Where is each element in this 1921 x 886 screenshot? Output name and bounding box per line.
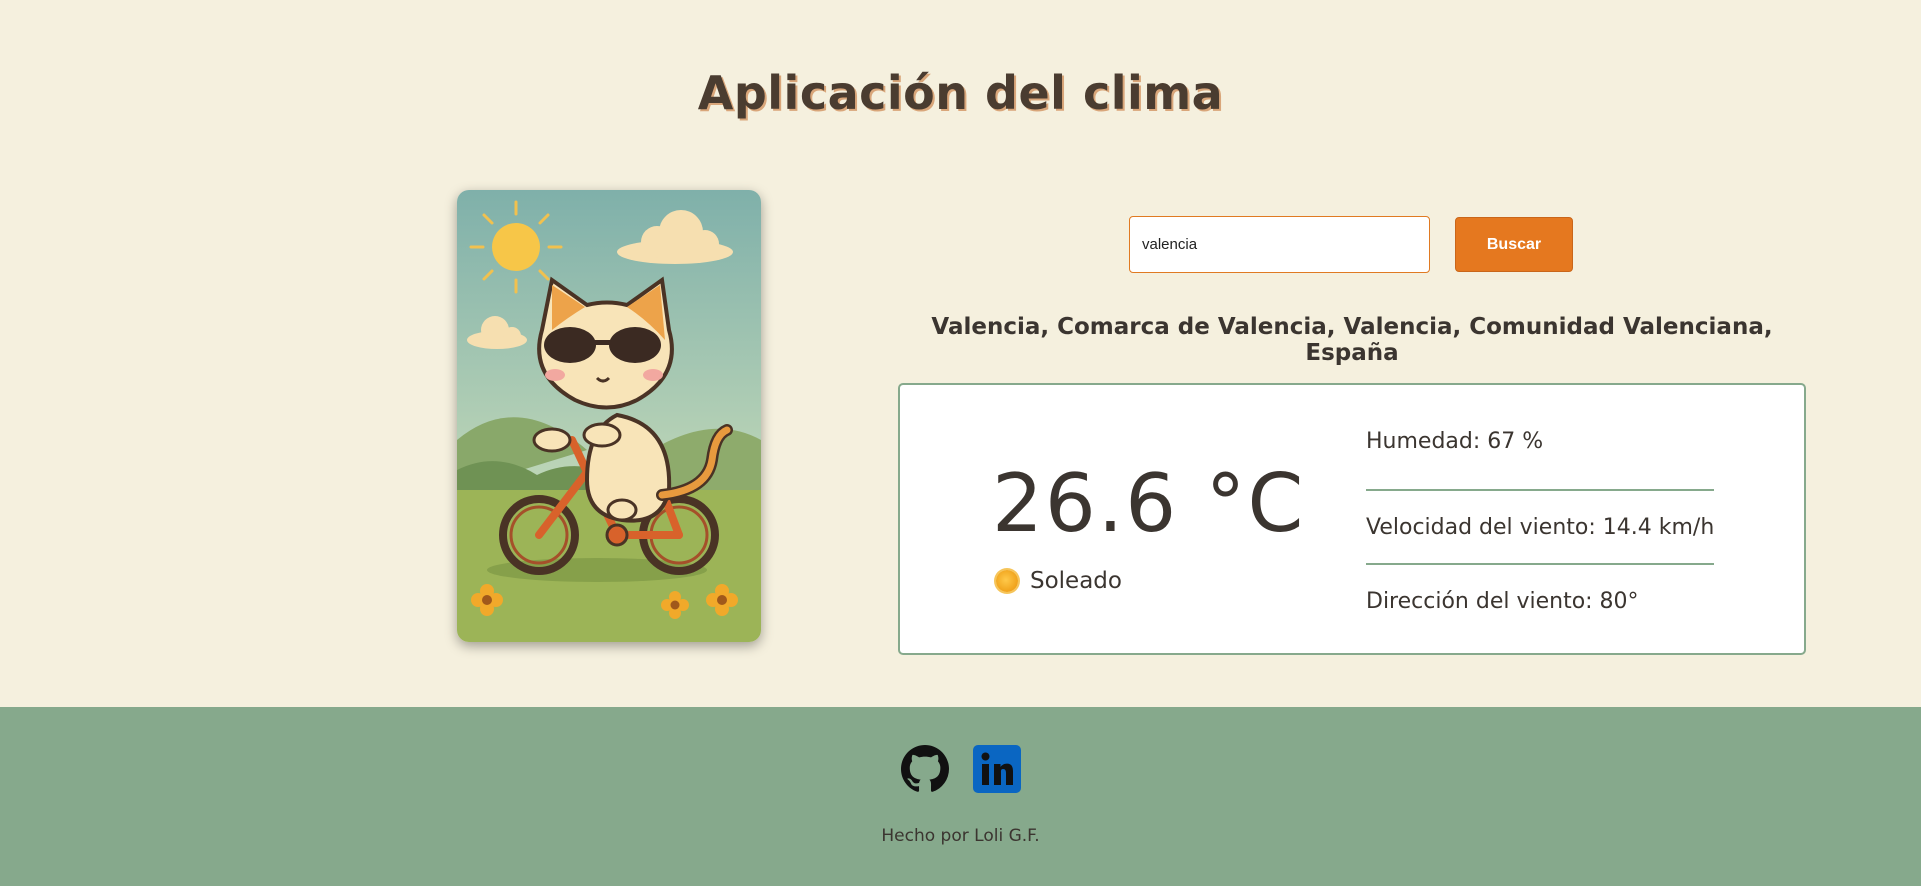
page-title: Aplicación del clima (697, 66, 1224, 120)
sun-icon (996, 570, 1018, 592)
linkedin-icon (972, 745, 1021, 793)
wind-direction-row: Dirección del viento: 80° (1366, 589, 1639, 614)
weather-card: 26.6 °C Soleado Humedad: 67 % Velocidad … (898, 383, 1806, 655)
cat-on-bicycle-illustration (457, 190, 761, 642)
footer-credit: Hecho por Loli G.F. (881, 826, 1040, 846)
weather-details: Humedad: 67 % Velocidad del viento: 14.4… (1366, 417, 1714, 639)
temperature-value: 26.6 °C (992, 457, 1306, 550)
weather-condition: Soleado (996, 568, 1122, 594)
social-links (0, 745, 1921, 793)
city-search-input[interactable] (1129, 216, 1430, 273)
condition-label: Soleado (1030, 568, 1122, 594)
location-name: Valencia, Comarca de Valencia, Valencia,… (931, 314, 1773, 366)
search-button[interactable]: Buscar (1455, 217, 1573, 272)
humidity-row: Humedad: 67 % (1366, 417, 1714, 491)
github-icon (900, 745, 949, 792)
github-link[interactable] (900, 745, 949, 793)
footer: Hecho por Loli G.F. (0, 707, 1921, 886)
wind-speed-row: Velocidad del viento: 14.4 km/h (1366, 491, 1714, 565)
linkedin-link[interactable] (972, 745, 1021, 793)
